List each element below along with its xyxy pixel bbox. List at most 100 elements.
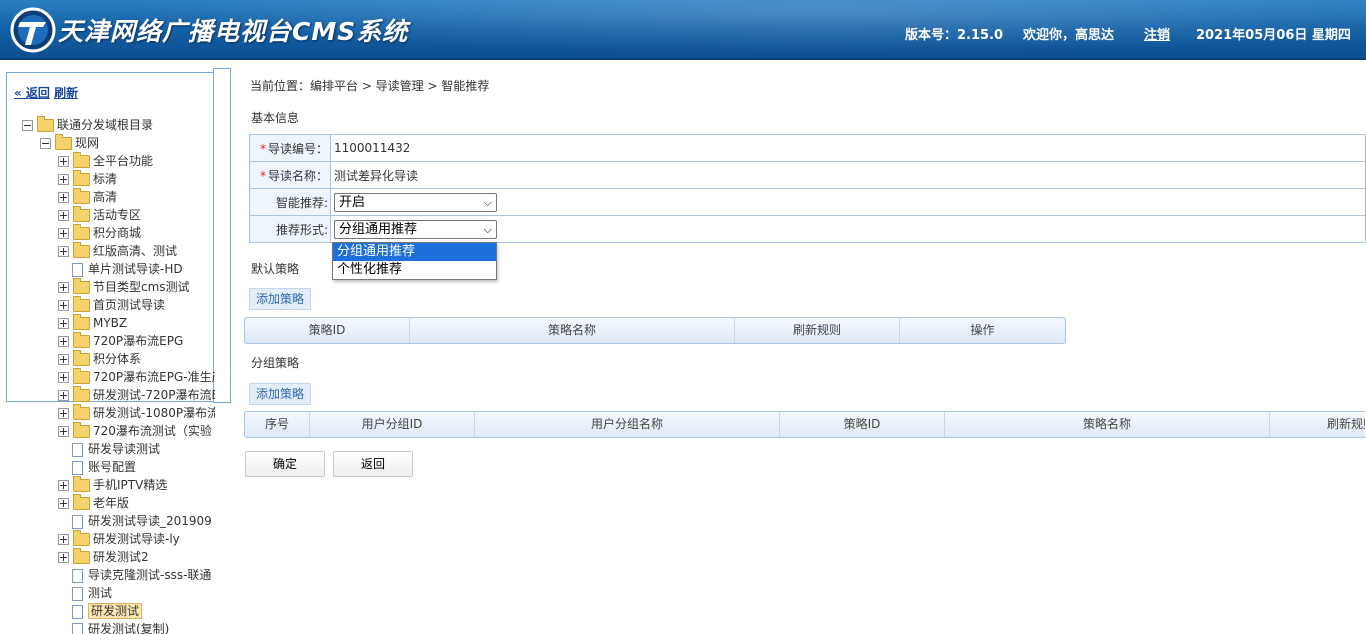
folder-icon [73, 242, 90, 258]
tree-node[interactable]: 研发测试导读-ly [58, 530, 180, 548]
folder-icon [73, 548, 90, 564]
col-group-refresh-rule[interactable]: 刷新规则 [1270, 412, 1365, 437]
name-value: 测试差异化导读 [330, 161, 1366, 189]
tree-node[interactable]: 老年版 [58, 494, 129, 512]
tree-node-label: 手机IPTV精选 [93, 478, 168, 492]
tree-node[interactable]: 研发导读测试 [58, 440, 160, 458]
tree-node[interactable]: 手机IPTV精选 [58, 476, 167, 494]
expand-icon[interactable] [58, 210, 69, 221]
folder-icon [73, 530, 90, 546]
expand-icon[interactable] [58, 390, 69, 401]
expand-icon[interactable] [58, 354, 69, 365]
tree-node[interactable]: 红版高清、测试 [58, 242, 177, 260]
tree-node[interactable]: MYBZ [58, 314, 127, 332]
header-bottom-bar [0, 58, 1366, 60]
folder-icon [73, 404, 90, 420]
tree-node[interactable]: 导读克隆测试-sss-联通 [58, 566, 211, 584]
dropdown-option-personal[interactable]: 个性化推荐 [333, 261, 496, 279]
tree-node-label: 节目类型cms测试 [93, 280, 190, 294]
tree-node[interactable]: 研发测试 [58, 602, 143, 620]
logout-link[interactable]: 注销 [1144, 24, 1170, 43]
tree-node[interactable]: 标清 [58, 170, 117, 188]
expand-icon[interactable] [58, 192, 69, 203]
col-user-group-id[interactable]: 用户分组ID [310, 412, 475, 437]
col-group-strategy-id[interactable]: 策略ID [780, 412, 945, 437]
recommend-form-select[interactable]: 分组通用推荐 ⌵ [334, 219, 497, 239]
col-index[interactable]: 序号 [245, 412, 310, 437]
recommend-form-dropdown: 分组通用推荐 个性化推荐 [332, 242, 497, 280]
col-strategy-id[interactable]: 策略ID [245, 318, 410, 343]
col-user-group-name[interactable]: 用户分组名称 [475, 412, 780, 437]
tree-node[interactable]: 账号配置 [58, 458, 136, 476]
add-default-strategy-button[interactable]: 添加策略 [249, 288, 312, 310]
tree-node-label: 活动专区 [93, 208, 142, 222]
folder-icon [73, 494, 90, 510]
expand-icon[interactable] [58, 228, 69, 239]
expand-icon[interactable] [58, 534, 69, 545]
tree-node[interactable]: 720P瀑布流EPG-准生产 [58, 368, 215, 386]
expand-icon[interactable] [58, 426, 69, 437]
document-icon [72, 514, 83, 529]
refresh-link[interactable]: 刷新 [54, 86, 78, 100]
tree-node[interactable]: 积分体系 [58, 350, 141, 368]
expand-icon[interactable] [58, 372, 69, 383]
folder-icon [55, 134, 72, 150]
tree-node[interactable]: 研发测试(复制) [58, 620, 169, 634]
tree-node[interactable]: 测试 [58, 584, 112, 602]
expand-icon[interactable] [58, 480, 69, 491]
col-group-strategy-name[interactable]: 策略名称 [945, 412, 1270, 437]
tree-node[interactable]: 高清 [58, 188, 117, 206]
add-group-strategy-button[interactable]: 添加策略 [249, 383, 312, 405]
col-strategy-name[interactable]: 策略名称 [410, 318, 735, 343]
tree-node[interactable]: 研发测试2 [58, 548, 149, 566]
dropdown-option-group[interactable]: 分组通用推荐 [333, 243, 496, 261]
tree-node-label: 研发测试-1080P瀑布流 [93, 406, 215, 420]
sidebar-collapse-handle[interactable] [213, 68, 231, 403]
tree-node[interactable]: 活动专区 [58, 206, 141, 224]
required-mark: * [259, 168, 266, 183]
sidebar-links: « 返回 刷新 [14, 84, 78, 101]
tree-node[interactable]: 研发测试-720P瀑布流EPG [58, 386, 215, 404]
name-label-cell: * 导读名称： [249, 161, 331, 189]
tree-node[interactable]: 首页测试导读 [58, 296, 165, 314]
tree-node[interactable]: 联通分发域根目录 [22, 116, 153, 134]
tree-node-label: 账号配置 [88, 460, 137, 474]
collapse-icon[interactable] [40, 138, 51, 149]
id-label: 导读编号： [267, 141, 328, 156]
required-mark: * [259, 141, 266, 156]
tree-node-label: 研发测试导读_201909 [88, 514, 212, 528]
chevron-down-icon: ⌵ [483, 222, 492, 236]
tree-node[interactable]: 积分商城 [58, 224, 141, 242]
back-link[interactable]: « 返回 [14, 86, 50, 100]
expand-icon[interactable] [58, 300, 69, 311]
back-button[interactable]: 返回 [333, 451, 413, 477]
tree-node[interactable]: 现网 [40, 134, 99, 152]
expand-icon[interactable] [58, 498, 69, 509]
tree-node-label: 首页测试导读 [93, 298, 166, 312]
folder-icon [73, 296, 90, 312]
tree-node[interactable]: 全平台功能 [58, 152, 153, 170]
expand-icon[interactable] [58, 156, 69, 167]
tree-node[interactable]: 720瀑布流测试（实验 [58, 422, 212, 440]
tree-node-label: 全平台功能 [93, 154, 154, 168]
confirm-button[interactable]: 确定 [245, 451, 325, 477]
smart-recommend-select[interactable]: 开启 ⌵ [334, 192, 497, 212]
tree-node[interactable]: 720P瀑布流EPG [58, 332, 183, 350]
expand-icon[interactable] [58, 336, 69, 347]
folder-icon [73, 224, 90, 240]
col-action[interactable]: 操作 [900, 318, 1065, 343]
tree-node[interactable]: 研发测试导读_201909 [58, 512, 212, 530]
expand-icon[interactable] [58, 246, 69, 257]
collapse-icon[interactable] [22, 120, 33, 131]
expand-icon[interactable] [58, 282, 69, 293]
expand-icon[interactable] [58, 174, 69, 185]
expand-icon[interactable] [58, 552, 69, 563]
expand-icon[interactable] [58, 318, 69, 329]
tree-node[interactable]: 单片测试导读-HD [58, 260, 183, 278]
expand-icon[interactable] [58, 408, 69, 419]
tree-node-label: MYBZ [93, 316, 128, 330]
tree-node[interactable]: 节目类型cms测试 [58, 278, 190, 296]
tree-node[interactable]: 研发测试-1080P瀑布流 [58, 404, 215, 422]
col-refresh-rule[interactable]: 刷新规则 [735, 318, 900, 343]
tree-node-label: 现网 [75, 136, 100, 150]
